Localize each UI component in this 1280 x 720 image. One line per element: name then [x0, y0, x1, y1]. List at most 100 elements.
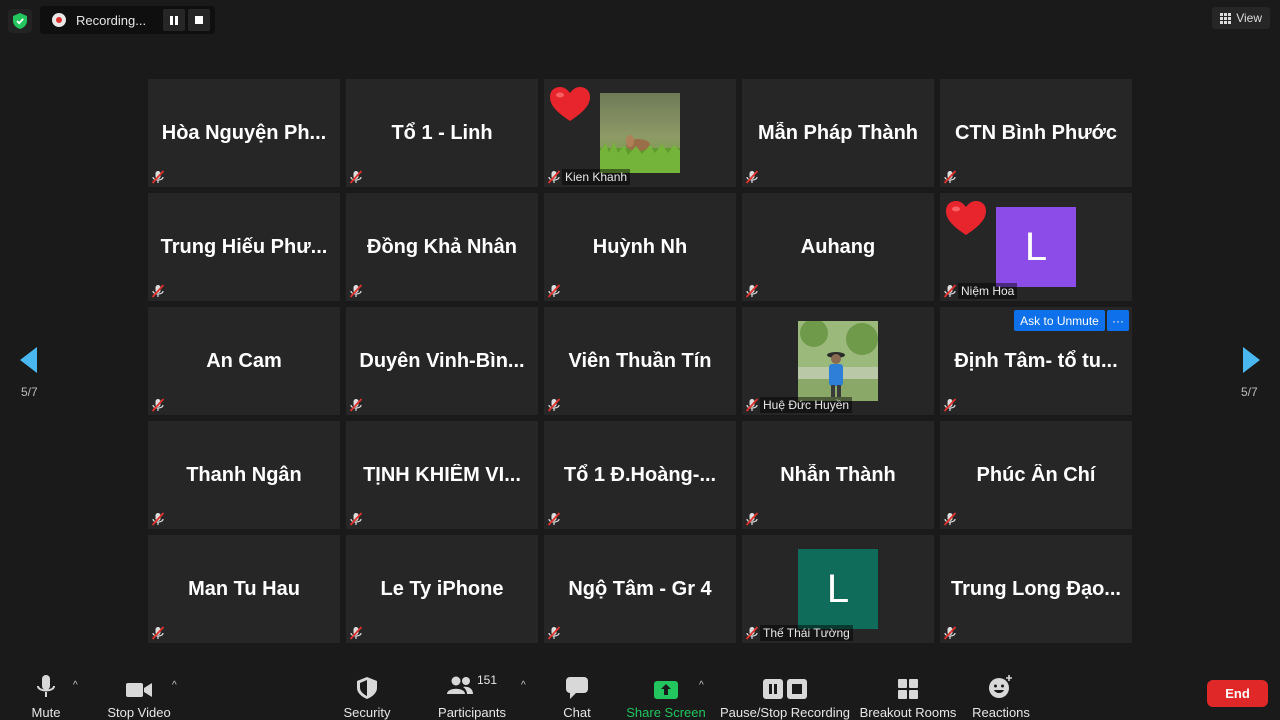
muted-microphone-icon: [547, 398, 561, 412]
participant-name: Trung Hiếu Phư...: [160, 236, 328, 258]
participant-tile[interactable]: Định Tâm- tổ tu... Ask to Unmute ···: [940, 307, 1132, 415]
participant-tile[interactable]: Duyên Vinh-Bìn...: [346, 307, 538, 415]
participant-tile[interactable]: L Thế Thái Tường: [742, 535, 934, 643]
participant-name: Phúc Ân Chí: [976, 464, 1096, 486]
participant-name: Mẫn Pháp Thành: [758, 122, 918, 144]
muted-microphone-icon: [547, 512, 561, 526]
participant-tile[interactable]: An Cam: [148, 307, 340, 415]
participant-tile[interactable]: CTN Bình Phước: [940, 79, 1132, 187]
muted-microphone-icon: [547, 626, 561, 640]
chat-bubble-icon: [566, 670, 588, 699]
muted-microphone-icon: [151, 284, 165, 298]
mute-button[interactable]: Mute: [22, 660, 70, 720]
pause-stop-recording-label: Pause/Stop Recording: [719, 705, 851, 720]
participant-tile[interactable]: Trung Long Đạo...: [940, 535, 1132, 643]
share-screen-button[interactable]: Share Screen: [626, 660, 706, 720]
participant-tile[interactable]: Trung Hiếu Phư...: [148, 193, 340, 301]
view-button[interactable]: View: [1212, 7, 1270, 29]
muted-microphone-icon: [349, 512, 363, 526]
participant-tile[interactable]: Đồng Khả Nhân: [346, 193, 538, 301]
participant-tile[interactable]: Mẫn Pháp Thành: [742, 79, 934, 187]
next-page-arrow-icon[interactable]: [1243, 347, 1260, 373]
participant-tile[interactable]: Man Tu Hau: [148, 535, 340, 643]
participant-name: Ngộ Tâm - Gr 4: [568, 578, 712, 600]
breakout-rooms-grid-icon: [898, 670, 918, 699]
chat-button[interactable]: Chat: [559, 660, 595, 720]
ask-to-unmute-button[interactable]: Ask to Unmute: [1014, 310, 1105, 331]
pause-icon: [170, 15, 178, 25]
pause-stop-recording-button[interactable]: Pause/Stop Recording: [719, 660, 851, 720]
participant-name: Duyên Vinh-Bìn...: [359, 350, 525, 372]
video-camera-icon: [126, 670, 152, 699]
video-options-chevron-icon[interactable]: ^: [172, 680, 177, 691]
security-shield-icon[interactable]: [8, 9, 32, 33]
participant-tile[interactable]: Le Ty iPhone: [346, 535, 538, 643]
muted-microphone-icon: [151, 170, 165, 184]
participant-tile[interactable]: Tổ 1 - Linh: [346, 79, 538, 187]
recording-indicator: Recording...: [40, 6, 215, 34]
participant-avatar: L: [996, 207, 1076, 287]
participant-name: Hòa Nguyện Ph...: [161, 122, 327, 144]
participant-tile[interactable]: Viên Thuần Tín: [544, 307, 736, 415]
participant-tile[interactable]: Hòa Nguyện Ph...: [148, 79, 340, 187]
audio-options-chevron-icon[interactable]: ^: [73, 680, 78, 691]
participant-name: An Cam: [206, 350, 282, 372]
pause-recording-button[interactable]: [163, 9, 185, 31]
participant-label: Kien Khanh: [562, 169, 631, 185]
mute-label: Mute: [31, 705, 61, 720]
participant-name: Man Tu Hau: [188, 578, 300, 600]
participant-count: 151: [476, 672, 498, 687]
muted-microphone-icon: [943, 626, 957, 640]
participant-name: Le Ty iPhone: [380, 578, 504, 600]
muted-microphone-icon: [745, 626, 759, 640]
pause-stop-recording-icon: [763, 670, 807, 699]
participant-label: Thế Thái Tường: [760, 625, 853, 641]
participant-tile[interactable]: Phúc Ân Chí: [940, 421, 1132, 529]
meeting-toolbar: Mute ^ Stop Video ^ Security 151 Partici…: [0, 660, 1280, 720]
participant-label: Niệm Hoa: [958, 283, 1018, 299]
participant-tile[interactable]: L Niệm Hoa: [940, 193, 1132, 301]
breakout-rooms-button[interactable]: Breakout Rooms: [860, 660, 956, 720]
participant-name: Huỳnh Nh: [592, 236, 688, 258]
page-indicator-left: 5/7: [21, 385, 38, 399]
participants-options-chevron-icon[interactable]: ^: [521, 680, 526, 691]
muted-microphone-icon: [943, 284, 957, 298]
reactions-button[interactable]: Reactions: [972, 660, 1030, 720]
participants-icon: 151: [446, 670, 498, 699]
participant-tile[interactable]: Tổ 1 Đ.Hoàng-...: [544, 421, 736, 529]
participant-tile[interactable]: Huỳnh Nh: [544, 193, 736, 301]
participant-photo: [600, 93, 680, 173]
security-shield-icon: [357, 670, 377, 699]
muted-microphone-icon: [151, 626, 165, 640]
breakout-rooms-label: Breakout Rooms: [859, 705, 957, 720]
participant-name: TỊNH KHIÊM VI...: [363, 464, 521, 486]
chat-label: Chat: [563, 705, 591, 720]
stop-recording-button[interactable]: [188, 9, 210, 31]
participant-gallery: Hòa Nguyện Ph... Tổ 1 - Linh Kien Khanh Mẫn…: [148, 79, 1133, 643]
participant-tile[interactable]: Ngộ Tâm - Gr 4: [544, 535, 736, 643]
security-button[interactable]: Security: [340, 660, 394, 720]
stop-icon: [195, 16, 203, 24]
end-meeting-button[interactable]: End: [1207, 680, 1268, 707]
muted-microphone-icon: [943, 170, 957, 184]
more-options-button[interactable]: ···: [1107, 310, 1129, 331]
participants-button[interactable]: 151 Participants: [436, 660, 508, 720]
muted-microphone-icon: [349, 170, 363, 184]
participant-label: Huệ Đức Huyền: [760, 397, 853, 413]
microphone-icon: [37, 670, 55, 699]
share-options-chevron-icon[interactable]: ^: [699, 680, 704, 691]
stop-video-button[interactable]: Stop Video: [104, 660, 174, 720]
participant-tile[interactable]: Kien Khanh: [544, 79, 736, 187]
participant-name: Trung Long Đạo...: [951, 578, 1121, 600]
view-label: View: [1236, 11, 1262, 25]
participant-tile[interactable]: Huệ Đức Huyền: [742, 307, 934, 415]
previous-page-arrow-icon[interactable]: [20, 347, 37, 373]
participant-tile[interactable]: Nhẫn Thành: [742, 421, 934, 529]
participant-tile[interactable]: Thanh Ngân: [148, 421, 340, 529]
participant-name: Tổ 1 - Linh: [391, 122, 493, 144]
participant-name: Thanh Ngân: [186, 464, 302, 486]
page-indicator-right: 5/7: [1241, 385, 1258, 399]
participant-tile[interactable]: TỊNH KHIÊM VI...: [346, 421, 538, 529]
reactions-smiley-icon: [989, 670, 1013, 699]
participant-tile[interactable]: Auhang: [742, 193, 934, 301]
